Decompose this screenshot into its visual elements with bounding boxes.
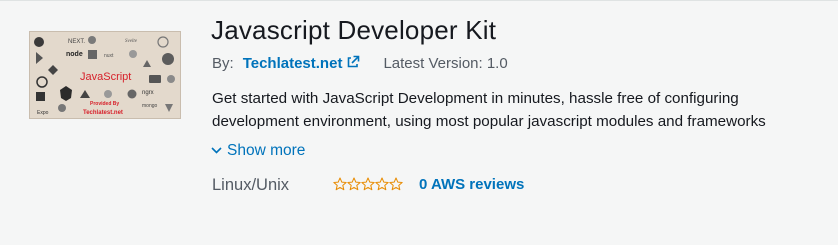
- vendor-name: Techlatest.net: [242, 55, 343, 72]
- thumb-headline: JavaScript: [80, 71, 131, 83]
- svg-text:nuxt: nuxt: [104, 53, 114, 59]
- star-outline-icon: [375, 177, 389, 191]
- star-outline-icon: [389, 177, 403, 191]
- thumb-logo-word: Expo: [37, 110, 49, 116]
- thumb-logo-word: mongo: [142, 103, 158, 109]
- product-logo-image: NEXT. Svelte node nuxt JavaScript ngrx E…: [30, 32, 180, 118]
- latest-version: Latest Version: 1.0: [383, 54, 507, 74]
- version-label: Latest Version:: [383, 55, 483, 72]
- star-outline-icon: [347, 177, 361, 191]
- star-outline-icon: [361, 177, 375, 191]
- svg-text:Svelte: Svelte: [125, 39, 138, 44]
- platform-label: Linux/Unix: [212, 176, 290, 194]
- by-label: By:: [212, 55, 234, 72]
- star-rating[interactable]: [333, 177, 403, 193]
- thumb-footer-line1: Provided By: [90, 101, 119, 107]
- product-description: Get started with JavaScript Development …: [212, 90, 766, 130]
- product-card: NEXT. Svelte node nuxt JavaScript ngrx E…: [0, 0, 838, 245]
- chevron-down-icon: [211, 139, 222, 161]
- product-title[interactable]: Javascript Developer Kit: [211, 14, 496, 46]
- reviews-link[interactable]: 0 AWS reviews: [419, 175, 524, 195]
- thumb-logo-word: ngrx: [142, 90, 154, 96]
- vendor-link[interactable]: Techlatest.net: [243, 54, 361, 75]
- product-meta: By: Techlatest.net Latest Version: 1.0: [212, 54, 508, 74]
- thumb-logo-word: node: [66, 51, 83, 58]
- star-outline-icon: [333, 177, 347, 191]
- show-more-label: Show more: [227, 142, 306, 159]
- version-value: 1.0: [486, 55, 508, 72]
- thumb-logo-word: NEXT.: [68, 39, 85, 45]
- external-link-icon: [346, 55, 360, 75]
- thumb-footer-line2: Techlatest.net: [83, 110, 123, 116]
- show-more-link[interactable]: Show more: [211, 139, 305, 161]
- product-logo[interactable]: NEXT. Svelte node nuxt JavaScript ngrx E…: [29, 31, 181, 119]
